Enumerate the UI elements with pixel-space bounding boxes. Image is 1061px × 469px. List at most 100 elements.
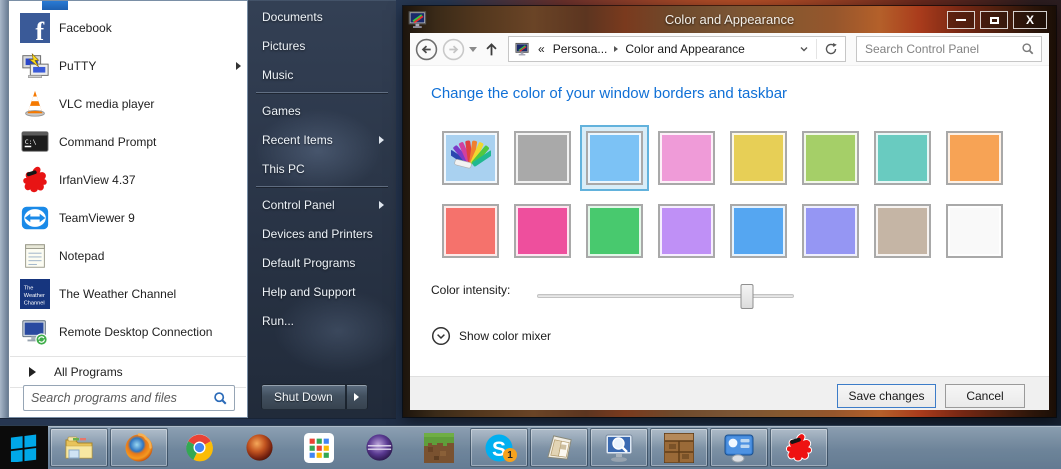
chevron-down-circle-icon: [431, 326, 451, 346]
shut-down-options-arrow[interactable]: [346, 384, 368, 410]
color-swatch-gray[interactable]: [514, 131, 571, 185]
start-item-facebook[interactable]: f Facebook: [9, 9, 247, 47]
color-swatch-sky-blue[interactable]: [586, 131, 643, 185]
control-panel-search-input[interactable]: [865, 42, 1021, 56]
taskbar-eclipse[interactable]: [350, 428, 408, 467]
close-button[interactable]: X: [1013, 11, 1047, 29]
all-programs-item[interactable]: All Programs: [9, 357, 247, 387]
search-icon[interactable]: [1021, 42, 1035, 56]
breadcrumb-current[interactable]: Color and Appearance: [621, 42, 748, 56]
start-item-teamviewer[interactable]: TeamViewer 9: [9, 199, 247, 237]
color-swatch-white[interactable]: [946, 204, 1003, 258]
start-item-remote-desktop[interactable]: Remote Desktop Connection: [9, 313, 247, 351]
start-item-this-pc[interactable]: This PC: [248, 154, 396, 183]
start-item-music[interactable]: Music: [248, 60, 396, 89]
start-item-irfanview[interactable]: IrfanView 4.37: [9, 161, 247, 199]
start-item-games[interactable]: Games: [248, 96, 396, 125]
svg-text:Channel: Channel: [24, 300, 45, 306]
recent-pages-chevron-icon[interactable]: [469, 47, 477, 52]
breadcrumb-parent[interactable]: Persona...: [549, 42, 612, 56]
control-panel-search-box[interactable]: [856, 36, 1042, 62]
svg-text:C:\: C:\: [25, 138, 37, 146]
remote-desktop-icon: [20, 317, 50, 347]
irfanview-icon: [783, 432, 815, 464]
save-changes-button[interactable]: Save changes: [837, 384, 936, 408]
color-swatch-blue[interactable]: [730, 204, 787, 258]
taskbar-file-explorer[interactable]: [50, 428, 108, 467]
color-swatch-row-1: [442, 131, 1003, 185]
minimize-button[interactable]: [947, 11, 975, 29]
start-item-control-panel[interactable]: Control Panel: [248, 190, 396, 219]
irfanview-icon: [20, 165, 50, 195]
weather-channel-icon: TheWeatherChannel: [20, 279, 50, 309]
forward-button[interactable]: [442, 38, 465, 61]
start-item-vlc[interactable]: VLC media player: [9, 85, 247, 123]
taskbar-crafting-table[interactable]: [650, 428, 708, 467]
color-swatch-green[interactable]: [586, 204, 643, 258]
start-item-weather-channel[interactable]: TheWeatherChannel The Weather Channel: [9, 275, 247, 313]
firefox-icon: [123, 432, 155, 464]
taskbar-pale-moon[interactable]: [230, 428, 288, 467]
taskbar-irfanview[interactable]: [770, 428, 828, 467]
notepad-icon: [20, 241, 50, 271]
color-swatch-lime-green[interactable]: [802, 131, 859, 185]
title-bar[interactable]: Color and Appearance X: [403, 6, 1056, 33]
up-button[interactable]: [483, 41, 500, 58]
start-item-help-support[interactable]: Help and Support: [248, 277, 396, 306]
color-swatch-periwinkle[interactable]: [802, 204, 859, 258]
taskbar-firefox[interactable]: [110, 428, 168, 467]
start-button[interactable]: [0, 426, 48, 469]
taskbar-display-settings[interactable]: [710, 428, 768, 467]
taskbar-chrome[interactable]: [170, 428, 228, 467]
color-swatch-taupe[interactable]: [874, 204, 931, 258]
refresh-button[interactable]: [819, 42, 843, 56]
file-explorer-icon: [63, 432, 95, 464]
address-dropdown-chevron-icon[interactable]: [794, 44, 814, 54]
start-item-recent-items[interactable]: Recent Items: [248, 125, 396, 154]
start-item-pictures[interactable]: Pictures: [248, 31, 396, 60]
color-swatch-automatic[interactable]: [442, 131, 499, 185]
eclipse-icon: [364, 432, 395, 463]
taskbar: S 1: [0, 425, 1061, 469]
taskbar-sweet-home-3d[interactable]: [530, 428, 588, 467]
show-color-mixer[interactable]: Show color mixer: [431, 326, 551, 346]
shut-down-button[interactable]: Shut Down: [261, 384, 346, 410]
start-item-run[interactable]: Run...: [248, 306, 396, 335]
start-item-putty[interactable]: PuTTY: [9, 47, 247, 85]
navigation-toolbar: « Persona... Color and Appearance: [410, 33, 1049, 66]
crafting-table-icon: [664, 433, 694, 463]
start-item-command-prompt[interactable]: C:\ Command Prompt: [9, 123, 247, 161]
start-menu-right-panel: Documents Pictures Music Games Recent It…: [248, 0, 396, 418]
breadcrumb-collapse[interactable]: «: [534, 42, 549, 56]
color-intensity-slider[interactable]: [537, 294, 794, 298]
taskbar-minecraft[interactable]: [410, 428, 468, 467]
arrow-right-icon: [354, 393, 359, 401]
breadcrumb-arrow-icon[interactable]: [614, 46, 618, 52]
color-swatch-coral-red[interactable]: [442, 204, 499, 258]
address-bar[interactable]: « Persona... Color and Appearance: [508, 36, 846, 62]
color-swatch-lavender[interactable]: [658, 204, 715, 258]
slider-handle[interactable]: [741, 284, 754, 309]
minecraft-grass-icon: [424, 433, 454, 463]
start-search-box[interactable]: [23, 385, 235, 411]
start-item-documents[interactable]: Documents: [248, 2, 396, 31]
color-and-appearance-window: Color and Appearance X « Pers: [403, 6, 1056, 417]
search-icon[interactable]: [213, 391, 228, 406]
display-settings-icon: [723, 432, 755, 464]
maximize-button[interactable]: [980, 11, 1008, 29]
taskbar-skype[interactable]: S 1: [470, 428, 528, 467]
color-swatch-magenta[interactable]: [514, 204, 571, 258]
start-item-notepad[interactable]: Notepad: [9, 237, 247, 275]
taskbar-app-grid[interactable]: [290, 428, 348, 467]
color-swatch-turquoise[interactable]: [874, 131, 931, 185]
color-swatch-orange[interactable]: [946, 131, 1003, 185]
color-swatch-pink[interactable]: [658, 131, 715, 185]
start-item-devices-printers[interactable]: Devices and Printers: [248, 219, 396, 248]
color-swatch-yellow[interactable]: [730, 131, 787, 185]
taskbar-screen-magnifier[interactable]: [590, 428, 648, 467]
start-search-input[interactable]: [31, 391, 213, 405]
cancel-button[interactable]: Cancel: [945, 384, 1025, 408]
start-item-default-programs[interactable]: Default Programs: [248, 248, 396, 277]
back-button[interactable]: [415, 38, 438, 61]
skype-notification-badge: 1: [503, 448, 517, 462]
